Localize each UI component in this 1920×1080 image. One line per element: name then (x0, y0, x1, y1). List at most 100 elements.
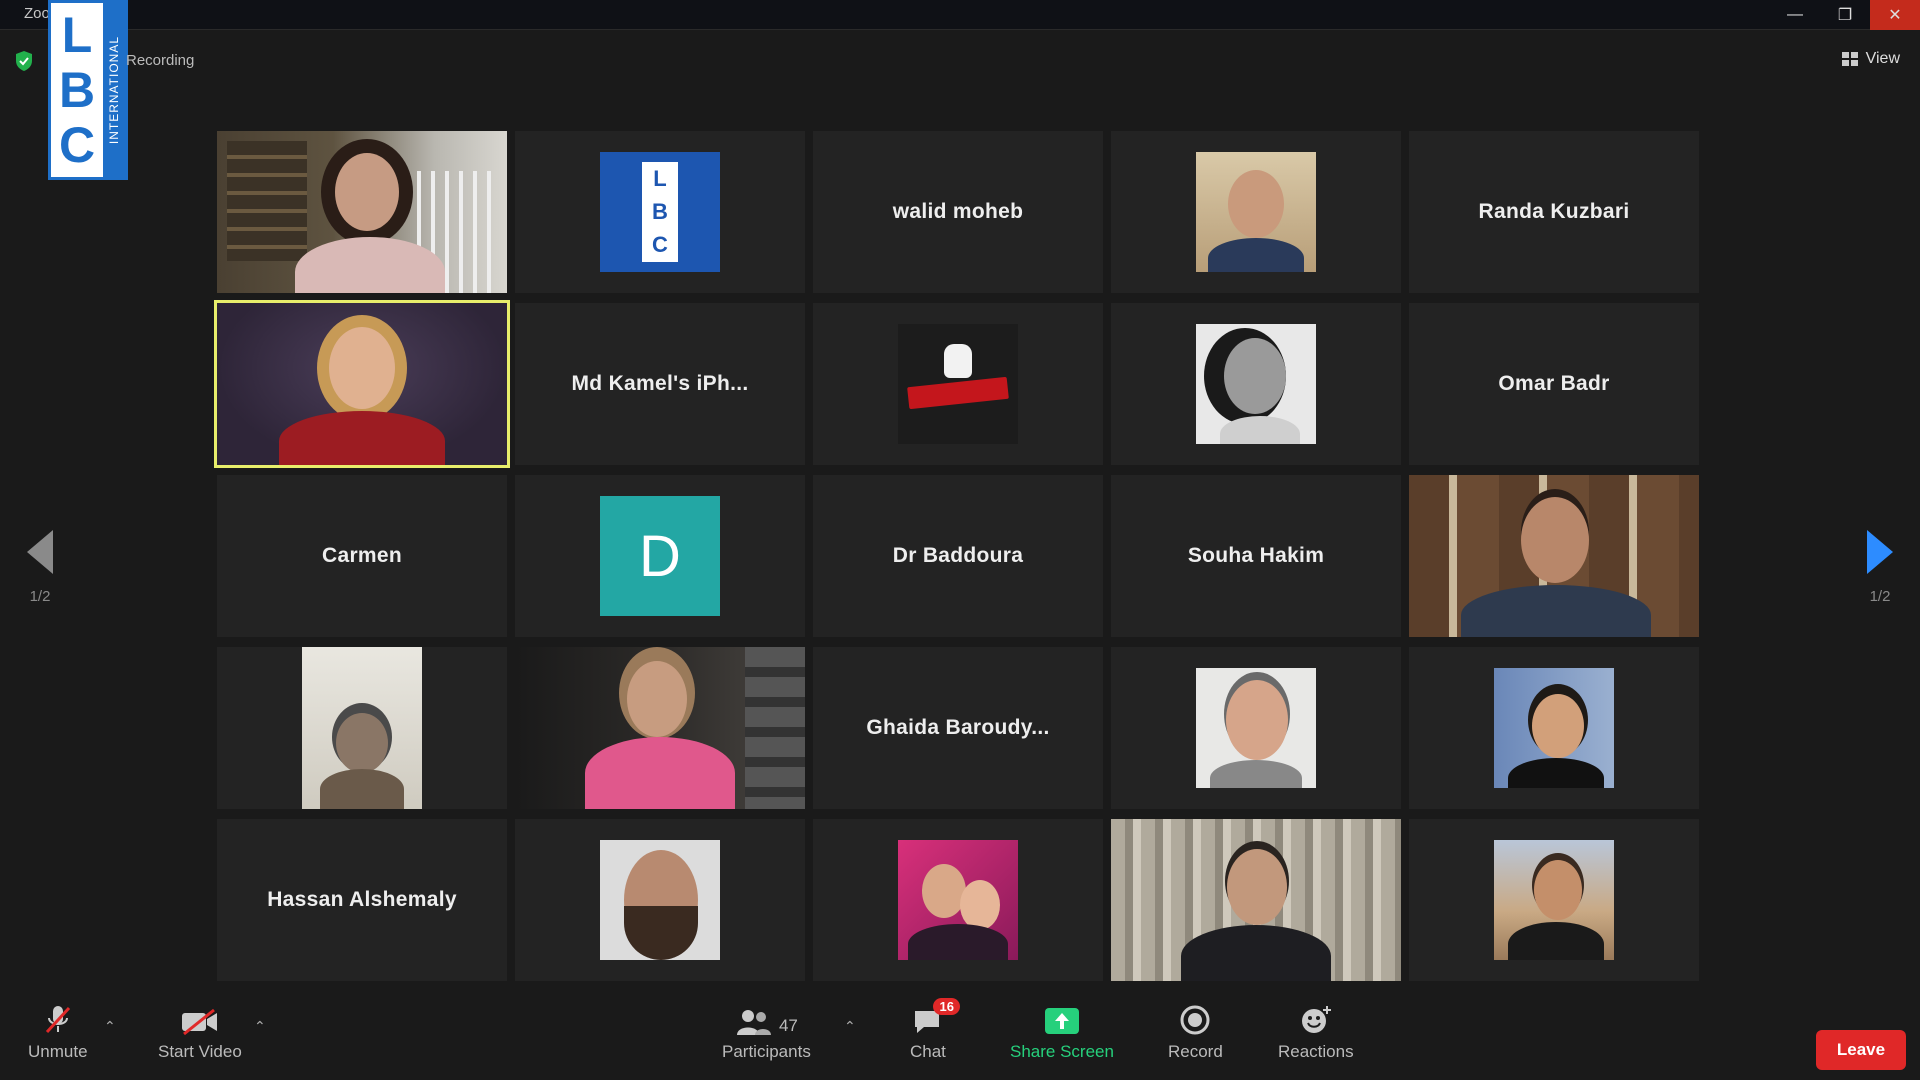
fist-logo-avatar (898, 324, 1018, 444)
participant-name: Dr Baddoura (892, 544, 1024, 567)
participant-photo (898, 840, 1018, 960)
participant-photo (1196, 668, 1316, 788)
participant-tile-photo[interactable] (813, 819, 1103, 981)
recording-label: Recording (126, 52, 195, 69)
window-titlebar: Zoom Meeting — ❐ ✕ (0, 0, 1920, 30)
reactions-label: Reactions (1278, 1042, 1354, 1061)
participant-photo (1494, 840, 1614, 960)
participant-tile-photo[interactable] (1111, 131, 1401, 293)
record-icon (1179, 1004, 1211, 1036)
participants-label: Participants (722, 1042, 811, 1061)
meeting-topbar: Recording View (0, 30, 1920, 90)
participant-photo (302, 647, 422, 809)
lbc-letter-c: C (58, 117, 96, 174)
leave-button[interactable]: Leave (1816, 1030, 1906, 1070)
start-video-button[interactable]: Start Video (158, 1004, 242, 1062)
reactions-button[interactable]: Reactions (1278, 1004, 1354, 1062)
lbc-watermark-logo: L B C INTERNATIONAL (48, 0, 128, 180)
participant-tile[interactable]: Hassan Alshemaly (217, 819, 507, 981)
participant-tile[interactable]: Ghaida Baroudy... (813, 647, 1103, 809)
participant-tile[interactable]: Md Kamel's iPh... (515, 303, 805, 465)
share-screen-label: Share Screen (1010, 1042, 1114, 1061)
grid-view-icon (1841, 52, 1858, 66)
start-video-label: Start Video (158, 1042, 242, 1061)
participant-tile-video[interactable] (1409, 475, 1699, 637)
record-button[interactable]: Record (1168, 1004, 1223, 1062)
share-screen-icon (1042, 1004, 1082, 1036)
participant-name: Hassan Alshemaly (267, 888, 457, 911)
participant-tile-lbc[interactable]: L B C (515, 131, 805, 293)
participant-tile-active-speaker[interactable] (214, 300, 510, 468)
participants-icon: 47 (735, 1004, 798, 1036)
participant-name: Ghaida Baroudy... (866, 716, 1050, 739)
gallery-grid: L B C walid moheb Randa Kuzbari Md Kamel… (214, 131, 1701, 981)
chat-icon: 16 (912, 998, 960, 1036)
initial-avatar: D (600, 496, 720, 616)
video-feed (217, 303, 507, 465)
participants-button[interactable]: 47 Participants (722, 1004, 811, 1062)
participant-photo (1494, 668, 1614, 788)
participant-tile-video[interactable] (515, 647, 805, 809)
video-feed (1409, 475, 1699, 637)
participant-tile-initial[interactable]: D (515, 475, 805, 637)
participant-tile[interactable]: Omar Badr (1409, 303, 1699, 465)
lbc-avatar-letter-l: L (653, 165, 667, 191)
audio-options-caret[interactable]: ⌃ (104, 1018, 116, 1035)
chevron-right-icon (1867, 530, 1893, 574)
page-indicator-left: 1/2 (29, 588, 51, 605)
close-button[interactable]: ✕ (1870, 0, 1920, 30)
participant-tile-photo[interactable] (1409, 647, 1699, 809)
participant-photo (600, 840, 720, 960)
participant-tile[interactable]: Carmen (217, 475, 507, 637)
participant-photo (1196, 324, 1316, 444)
participants-options-caret[interactable]: ⌃ (844, 1018, 856, 1035)
chat-label: Chat (910, 1042, 946, 1061)
muted-mic-icon (45, 1004, 71, 1036)
chevron-left-icon (27, 530, 53, 574)
participant-tile[interactable]: walid moheb (813, 131, 1103, 293)
chat-button[interactable]: 16 Chat (910, 998, 960, 1062)
previous-page-button[interactable]: 1/2 (20, 530, 60, 605)
participant-name: Md Kamel's iPh... (571, 372, 749, 395)
minimize-button[interactable]: — (1770, 0, 1820, 30)
participants-count: 47 (778, 1016, 798, 1035)
participant-photo (1196, 152, 1316, 272)
video-feed (217, 131, 507, 293)
next-page-button[interactable]: 1/2 (1860, 530, 1900, 605)
lbc-avatar-letter-b: B (652, 198, 668, 224)
participant-name: Souha Hakim (1187, 544, 1325, 567)
lbc-avatar: L B C (600, 152, 720, 272)
participant-name: walid moheb (892, 200, 1024, 223)
participant-tile-photo[interactable] (1111, 647, 1401, 809)
view-button[interactable]: View (1841, 50, 1900, 68)
video-feed (515, 647, 805, 809)
participant-name: Omar Badr (1498, 372, 1610, 395)
participant-tile[interactable]: Souha Hakim (1111, 475, 1401, 637)
chat-unread-badge: 16 (933, 998, 960, 1015)
participant-tile-logo[interactable] (813, 303, 1103, 465)
page-indicator-right: 1/2 (1869, 588, 1891, 605)
participant-tile[interactable]: Dr Baddoura (813, 475, 1103, 637)
smiley-icon (1299, 1004, 1333, 1036)
lbc-avatar-letter-c: C (652, 232, 668, 258)
red-banner (907, 376, 1009, 410)
record-label: Record (1168, 1042, 1223, 1061)
participant-tile-video[interactable] (217, 131, 507, 293)
video-off-icon (180, 1004, 220, 1036)
participant-tile-photo[interactable] (1409, 819, 1699, 981)
participant-name: Carmen (322, 544, 402, 567)
video-options-caret[interactable]: ⌃ (254, 1018, 266, 1035)
participant-tile-photo[interactable] (217, 647, 507, 809)
maximize-button[interactable]: ❐ (1820, 0, 1870, 30)
participant-tile-photo[interactable] (515, 819, 805, 981)
shield-icon[interactable] (14, 50, 34, 72)
unmute-button[interactable]: Unmute (28, 1004, 88, 1062)
participant-name: Randa Kuzbari (1478, 200, 1630, 223)
window-controls: — ❐ ✕ (1770, 0, 1920, 30)
view-label: View (1865, 50, 1900, 67)
participant-tile-photo[interactable] (1111, 303, 1401, 465)
unmute-label: Unmute (28, 1042, 88, 1061)
participant-tile-video[interactable] (1111, 819, 1401, 981)
share-screen-button[interactable]: Share Screen (1010, 1004, 1114, 1062)
participant-tile[interactable]: Randa Kuzbari (1409, 131, 1699, 293)
